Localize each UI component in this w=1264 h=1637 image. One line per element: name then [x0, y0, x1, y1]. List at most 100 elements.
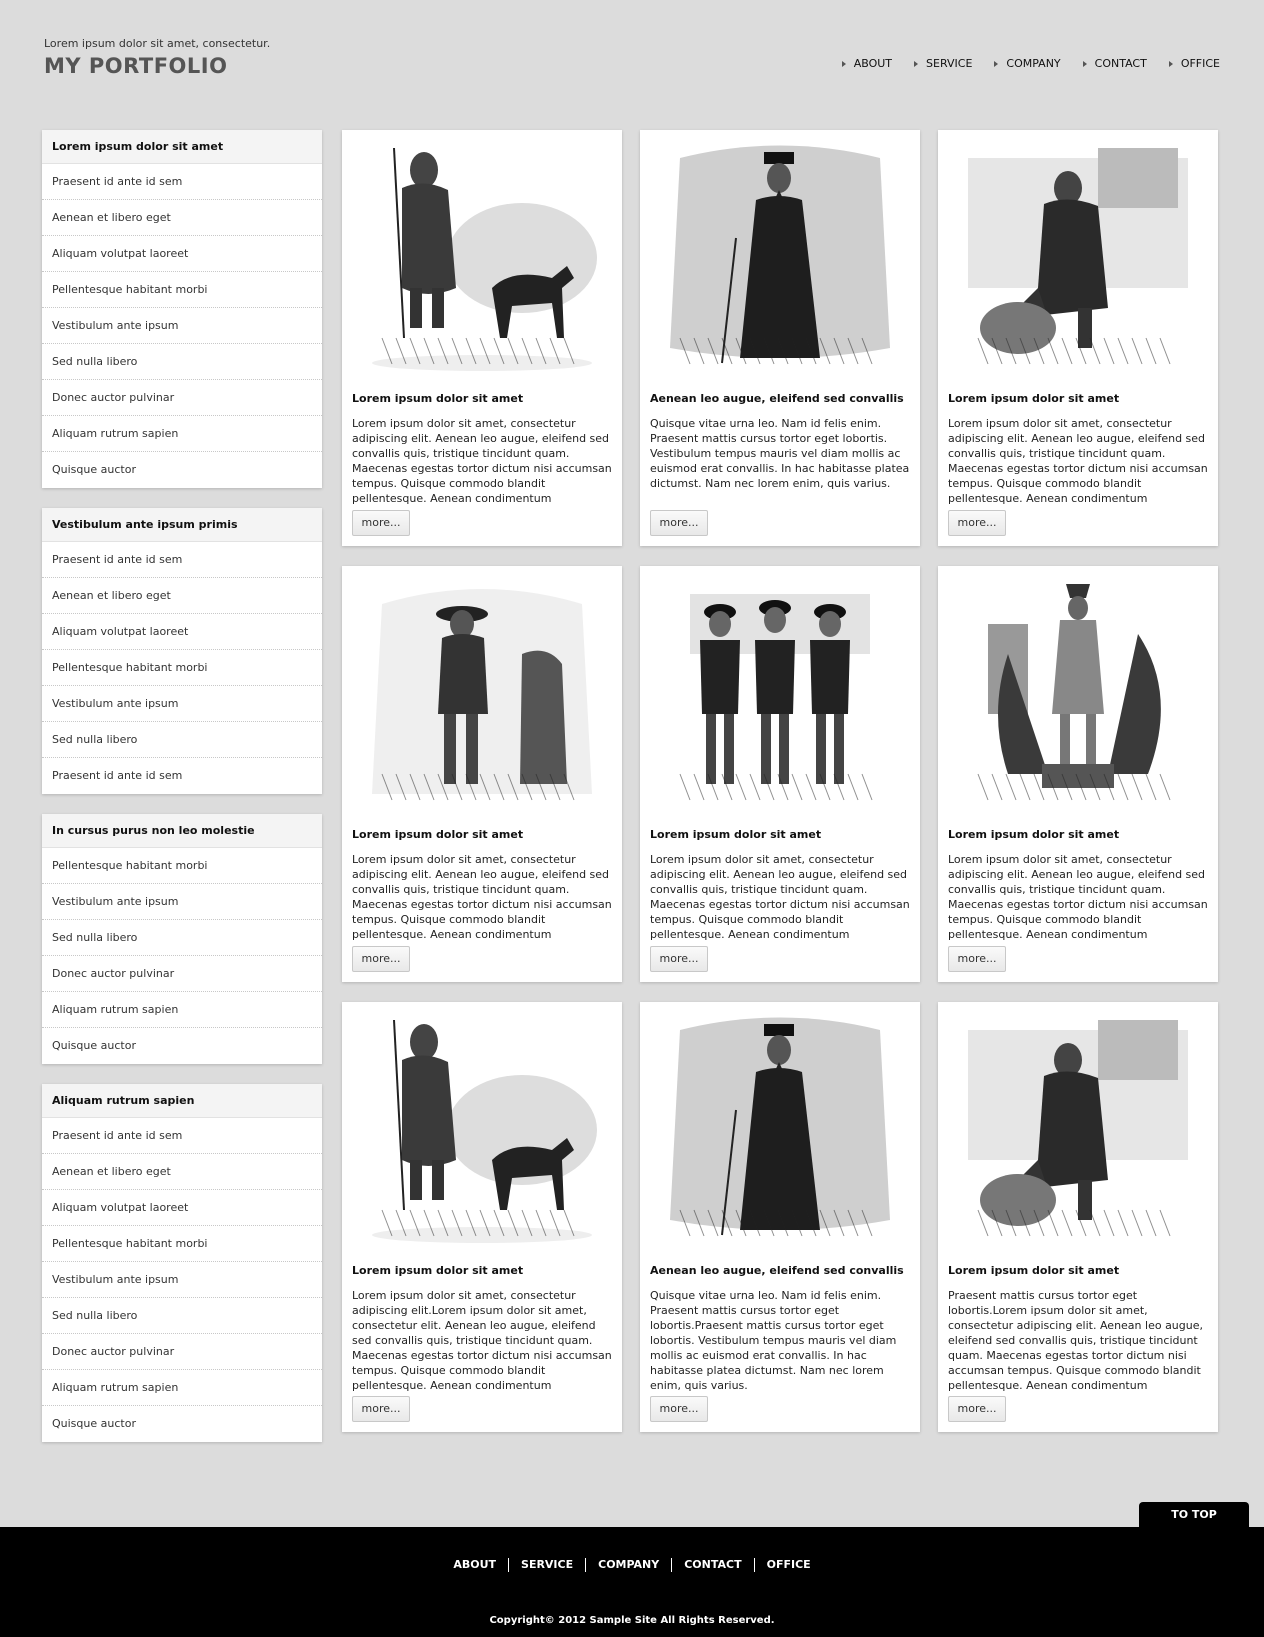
sidebar-item[interactable]: Sed nulla libero	[42, 920, 322, 956]
sidebar-box-title: In cursus purus non leo molestie	[42, 814, 322, 848]
explorer-with-dog-engraving[interactable]	[352, 138, 612, 378]
footer-nav-about[interactable]: ABOUT	[441, 1558, 508, 1572]
sidebar-list: Praesent id ante id sem Aenean et libero …	[42, 542, 322, 794]
seated-man-engraving[interactable]	[948, 138, 1208, 378]
nav-about[interactable]: ABOUT	[840, 56, 892, 72]
statue-engraving[interactable]	[948, 574, 1208, 814]
sidebar-item[interactable]: Aliquam volutpat laoreet	[42, 614, 322, 650]
sidebar-item[interactable]: Sed nulla libero	[42, 1298, 322, 1334]
card-title: Aenean leo augue, eleifend sed convallis	[650, 1264, 904, 1277]
nav-office[interactable]: OFFICE	[1167, 56, 1220, 72]
sidebar-item[interactable]: Vestibulum ante ipsum	[42, 308, 322, 344]
footer-nav-office[interactable]: OFFICE	[753, 1558, 823, 1572]
portfolio-card: Lorem ipsum dolor sit amet Praesent matti…	[938, 1002, 1218, 1432]
sidebar-item[interactable]: Aenean et libero eget	[42, 1154, 322, 1190]
to-top-button[interactable]: TO TOP	[1139, 1502, 1249, 1528]
three-matadors-engraving[interactable]	[650, 574, 910, 814]
portfolio-card: Lorem ipsum dolor sit amet Lorem ipsum do…	[342, 130, 622, 546]
sidebar-item[interactable]: Aliquam volutpat laoreet	[42, 236, 322, 272]
sidebar-box-title: Lorem ipsum dolor sit amet	[42, 130, 322, 164]
more-button[interactable]: more...	[948, 1396, 1006, 1422]
sidebar-item[interactable]: Sed nulla libero	[42, 344, 322, 380]
sidebar-item[interactable]: Quisque auctor	[42, 452, 322, 488]
sidebar-list: Praesent id ante id sem Aenean et libero …	[42, 1118, 322, 1442]
sidebar-list: Praesent id ante id sem Aenean et libero …	[42, 164, 322, 488]
more-button[interactable]: more...	[352, 510, 410, 536]
nav-service[interactable]: SERVICE	[912, 56, 972, 72]
portfolio-card: Lorem ipsum dolor sit amet Lorem ipsum do…	[938, 566, 1218, 982]
sidebar-item[interactable]: Vestibulum ante ipsum	[42, 1262, 322, 1298]
sidebar-item[interactable]: Vestibulum ante ipsum	[42, 686, 322, 722]
sidebar-box: Lorem ipsum dolor sit amet Praesent id an…	[42, 130, 322, 488]
more-button[interactable]: more...	[948, 510, 1006, 536]
footer: ABOUT SERVICE COMPANY CONTACT OFFICE Cop…	[0, 1527, 1264, 1637]
sidebar-item[interactable]: Aliquam rutrum sapien	[42, 416, 322, 452]
footer-nav-service[interactable]: SERVICE	[508, 1558, 585, 1572]
sidebar-item[interactable]: Donec auctor pulvinar	[42, 956, 322, 992]
card-text: Praesent mattis cursus tortor eget lobor…	[948, 1289, 1203, 1392]
sidebar-box: In cursus purus non leo molestie Pellente…	[42, 814, 322, 1064]
sidebar-box: Vestibulum ante ipsum primis Praesent id …	[42, 508, 322, 794]
portfolio-card: Lorem ipsum dolor sit amet Lorem ipsum do…	[342, 1002, 622, 1432]
sidebar-item[interactable]: Aliquam volutpat laoreet	[42, 1190, 322, 1226]
card-title: Aenean leo augue, eleifend sed convallis	[650, 392, 904, 405]
card-title: Lorem ipsum dolor sit amet	[948, 1264, 1120, 1277]
robed-priest-engraving[interactable]	[650, 1010, 910, 1250]
card-title: Lorem ipsum dolor sit amet	[352, 392, 524, 405]
card-text: Lorem ipsum dolor sit amet, consectetur …	[650, 853, 910, 941]
sidebar-box-title: Aliquam rutrum sapien	[42, 1084, 322, 1118]
card-text: Lorem ipsum dolor sit amet, consectetur …	[352, 853, 612, 941]
card-title: Lorem ipsum dolor sit amet	[948, 392, 1120, 405]
top-nav: ABOUT SERVICE COMPANY CONTACT OFFICE	[820, 56, 1220, 72]
more-button[interactable]: more...	[650, 1396, 708, 1422]
sidebar-item[interactable]: Aliquam rutrum sapien	[42, 1370, 322, 1406]
sidebar-item[interactable]: Aliquam rutrum sapien	[42, 992, 322, 1028]
sidebar-item[interactable]: Praesent id ante id sem	[42, 164, 322, 200]
sidebar-item[interactable]: Donec auctor pulvinar	[42, 1334, 322, 1370]
sidebar-item[interactable]: Pellentesque habitant morbi	[42, 272, 322, 308]
copyright: Copyright© 2012 Sample Site All Rights R…	[489, 1615, 775, 1626]
sidebar-item[interactable]: Quisque auctor	[42, 1406, 322, 1442]
sidebar-item[interactable]: Quisque auctor	[42, 1028, 322, 1064]
sidebar-item[interactable]: Vestibulum ante ipsum	[42, 884, 322, 920]
card-text: Lorem ipsum dolor sit amet, consectetur …	[352, 417, 612, 505]
card-title: Lorem ipsum dolor sit amet	[352, 1264, 524, 1277]
footer-nav: ABOUT SERVICE COMPANY CONTACT OFFICE	[0, 1558, 1264, 1572]
portfolio-card: Aenean leo augue, eleifend sed convallis…	[640, 1002, 920, 1432]
sidebar-item[interactable]: Pellentesque habitant morbi	[42, 650, 322, 686]
explorer-with-dog-engraving[interactable]	[352, 1010, 612, 1250]
card-text: Lorem ipsum dolor sit amet, consectetur …	[948, 417, 1208, 505]
nav-contact[interactable]: CONTACT	[1081, 56, 1147, 72]
sidebar-item[interactable]: Praesent id ante id sem	[42, 758, 322, 794]
sidebar-box-title: Vestibulum ante ipsum primis	[42, 508, 322, 542]
card-text: Lorem ipsum dolor sit amet, consectetur …	[352, 1289, 612, 1392]
card-title: Lorem ipsum dolor sit amet	[650, 828, 822, 841]
seated-man-engraving[interactable]	[948, 1010, 1208, 1250]
sidebar-item[interactable]: Pellentesque habitant morbi	[42, 1226, 322, 1262]
site-header: Lorem ipsum dolor sit amet, consectetur.…	[44, 36, 1220, 86]
more-button[interactable]: more...	[352, 946, 410, 972]
more-button[interactable]: more...	[650, 946, 708, 972]
robed-priest-engraving[interactable]	[650, 138, 910, 378]
more-button[interactable]: more...	[650, 510, 708, 536]
card-text: Quisque vitae urna leo. Nam id felis eni…	[650, 1289, 897, 1392]
footer-nav-contact[interactable]: CONTACT	[671, 1558, 753, 1572]
portfolio-card: Lorem ipsum dolor sit amet Lorem ipsum do…	[938, 130, 1218, 546]
sidebar-box: Aliquam rutrum sapien Praesent id ante id…	[42, 1084, 322, 1442]
sidebar-item[interactable]: Praesent id ante id sem	[42, 542, 322, 578]
more-button[interactable]: more...	[948, 946, 1006, 972]
card-text: Lorem ipsum dolor sit amet, consectetur …	[948, 853, 1208, 941]
site-tagline: Lorem ipsum dolor sit amet, consectetur.	[44, 37, 271, 50]
footer-nav-company[interactable]: COMPANY	[585, 1558, 671, 1572]
sidebar-item[interactable]: Aenean et libero eget	[42, 200, 322, 236]
portfolio-card: Lorem ipsum dolor sit amet Lorem ipsum do…	[640, 566, 920, 982]
more-button[interactable]: more...	[352, 1396, 410, 1422]
sidebar-item[interactable]: Aenean et libero eget	[42, 578, 322, 614]
sidebar-item[interactable]: Sed nulla libero	[42, 722, 322, 758]
sidebar-item[interactable]: Pellentesque habitant morbi	[42, 848, 322, 884]
nav-company[interactable]: COMPANY	[992, 56, 1061, 72]
sidebar-item[interactable]: Praesent id ante id sem	[42, 1118, 322, 1154]
sidebar-list: Pellentesque habitant morbi Vestibulum an…	[42, 848, 322, 1064]
bandit-engraving[interactable]	[352, 574, 612, 814]
sidebar-item[interactable]: Donec auctor pulvinar	[42, 380, 322, 416]
